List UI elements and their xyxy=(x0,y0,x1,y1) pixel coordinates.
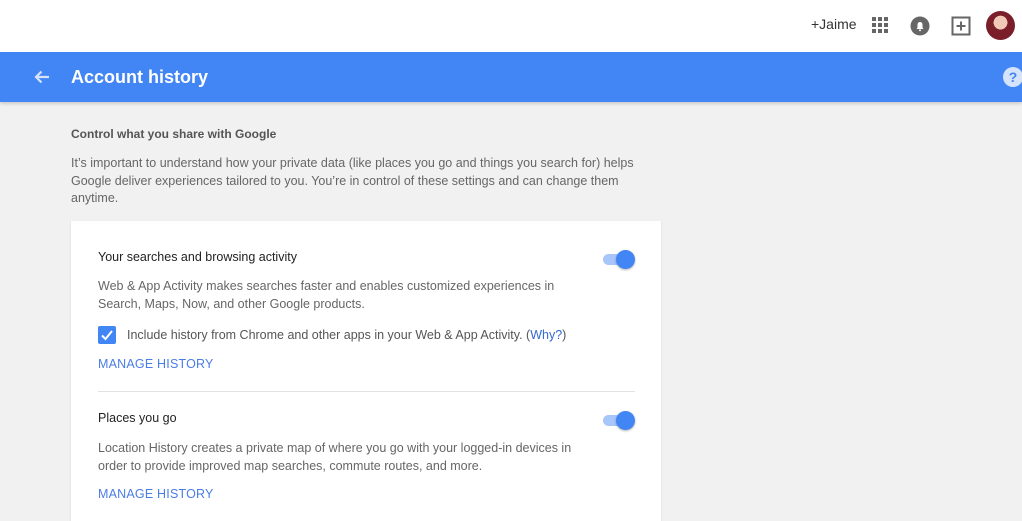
intro-text: It’s important to understand how your pr… xyxy=(71,156,634,205)
manage-history-web-activity-link[interactable]: MANAGE HISTORY xyxy=(98,357,214,371)
include-chrome-history-label: Include history from Chrome and other ap… xyxy=(127,328,566,342)
toggle-thumb xyxy=(616,250,635,269)
setting-title-location: Places you go xyxy=(98,411,177,425)
top-bar: +Jaime xyxy=(0,0,1022,52)
user-profile-link[interactable]: +Jaime xyxy=(811,16,857,32)
page-title: Account history xyxy=(71,67,209,87)
manage-history-location-link[interactable]: MANAGE HISTORY xyxy=(98,487,214,501)
avatar[interactable] xyxy=(986,11,1015,40)
apps-grid-icon[interactable] xyxy=(872,17,888,33)
app-bar: Account history ? xyxy=(0,52,1022,102)
notifications-bell-icon[interactable] xyxy=(910,16,930,36)
svg-text:?: ? xyxy=(1009,69,1018,85)
checkbox-label-suffix: ) xyxy=(562,328,567,342)
toggle-thumb xyxy=(616,411,635,430)
check-icon xyxy=(101,330,113,341)
web-activity-toggle[interactable] xyxy=(601,248,637,270)
why-link[interactable]: Why? xyxy=(530,328,562,342)
section-heading: Control what you share with Google xyxy=(71,127,277,141)
include-chrome-history-checkbox[interactable] xyxy=(98,326,116,344)
back-arrow-icon[interactable] xyxy=(33,68,51,86)
location-history-toggle[interactable] xyxy=(601,409,637,431)
share-plus-icon[interactable] xyxy=(951,16,971,36)
help-icon[interactable]: ? xyxy=(1002,66,1022,88)
checkbox-label-text: Include history from Chrome and other ap… xyxy=(127,328,531,342)
settings-card: Your searches and browsing activity Web … xyxy=(71,221,661,521)
setting-desc-web-activity: Web & App Activity makes searches faster… xyxy=(98,279,555,311)
setting-desc-location: Location History creates a private map o… xyxy=(98,441,572,473)
setting-title-web-activity: Your searches and browsing activity xyxy=(98,250,297,264)
divider xyxy=(98,391,635,392)
